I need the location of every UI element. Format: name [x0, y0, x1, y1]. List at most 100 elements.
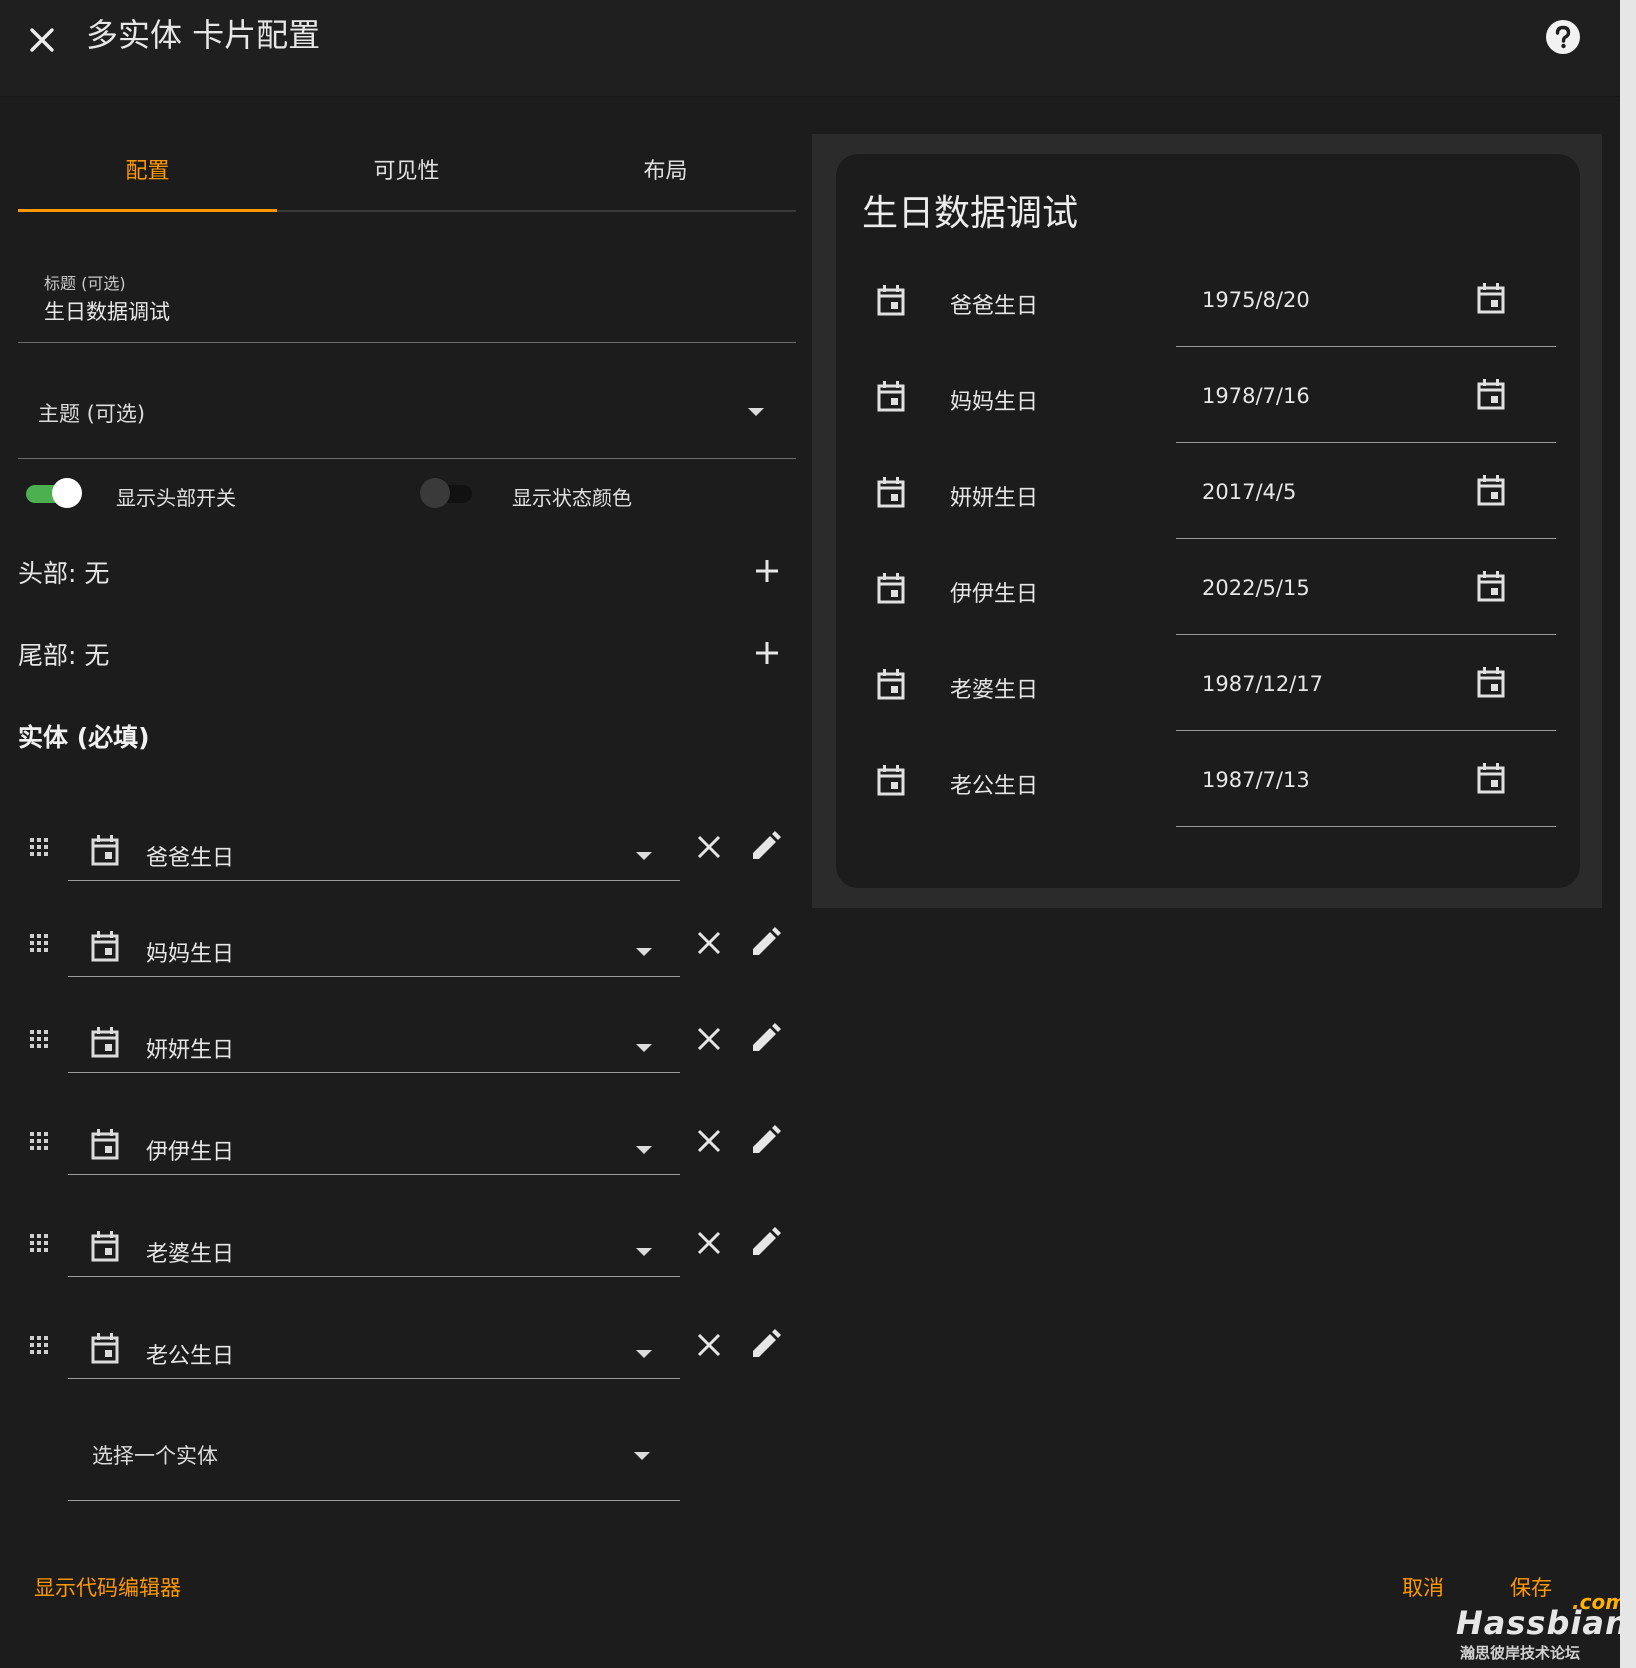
cancel-button[interactable]: 取消: [1402, 1572, 1444, 1602]
date-input[interactable]: 1978/7/16: [1176, 348, 1556, 443]
entity-select[interactable]: 妈妈生日: [68, 912, 680, 977]
entities-card-preview: 生日数据调试 爸爸生日 1975/8/20 妈妈生日 1978/7/16 妍妍生…: [836, 154, 1580, 888]
show-header-toggle-row: 显示头部开关: [26, 470, 396, 520]
card-entity-row: 伊伊生日 2022/5/15: [836, 540, 1580, 642]
date-input[interactable]: 2022/5/15: [1176, 540, 1556, 635]
calendar-picker-icon[interactable]: [1476, 282, 1506, 318]
edit-entity-pencil-icon[interactable]: [748, 830, 782, 864]
calendar-icon: [90, 1128, 120, 1164]
drag-handle-icon[interactable]: [28, 1334, 50, 1360]
chevron-down-icon: [636, 1248, 652, 1256]
card-entity-name[interactable]: 妈妈生日: [950, 384, 1038, 416]
edit-entity-pencil-icon[interactable]: [748, 1022, 782, 1056]
date-value: 2022/5/15: [1202, 576, 1310, 600]
edit-entity-pencil-icon[interactable]: [748, 1226, 782, 1260]
calendar-picker-icon[interactable]: [1476, 762, 1506, 798]
add-footer-plus-icon[interactable]: [752, 638, 782, 668]
calendar-icon: [90, 1230, 120, 1266]
entity-name: 爸爸生日: [146, 846, 235, 871]
drag-handle-icon[interactable]: [28, 1028, 50, 1054]
entity-name: 妈妈生日: [146, 942, 235, 967]
show-header-toggle[interactable]: [26, 478, 82, 508]
tab-config[interactable]: 配置: [18, 140, 277, 210]
title-field-label: 标题 (可选): [44, 274, 126, 293]
tab-visibility[interactable]: 可见性: [277, 140, 536, 210]
remove-entity-close-icon[interactable]: [694, 928, 724, 958]
chevron-down-icon: [636, 1350, 652, 1358]
edit-entity-pencil-icon[interactable]: [748, 1328, 782, 1362]
pick-entity-select[interactable]: 选择一个实体: [68, 1398, 680, 1501]
date-value: 1987/12/17: [1202, 672, 1324, 696]
state-color-toggle-row: 显示状态颜色: [420, 470, 790, 520]
card-entity-name[interactable]: 爸爸生日: [950, 288, 1038, 320]
calendar-icon: [876, 284, 906, 320]
close-icon[interactable]: [22, 20, 62, 60]
card-entity-name[interactable]: 伊伊生日: [950, 576, 1038, 608]
entity-select[interactable]: 伊伊生日: [68, 1110, 680, 1175]
add-header-plus-icon[interactable]: [752, 556, 782, 586]
card-entity-row: 妍妍生日 2017/4/5: [836, 444, 1580, 546]
card-entity-row: 老婆生日 1987/12/17: [836, 636, 1580, 738]
toggle-knob: [52, 478, 82, 508]
calendar-picker-icon[interactable]: [1476, 666, 1506, 702]
calendar-picker-icon[interactable]: [1476, 378, 1506, 414]
calendar-picker-icon[interactable]: [1476, 570, 1506, 606]
chevron-down-icon: [636, 1146, 652, 1154]
date-value: 2017/4/5: [1202, 480, 1297, 504]
date-value: 1978/7/16: [1202, 384, 1310, 408]
calendar-icon: [90, 1026, 120, 1062]
card-entity-name[interactable]: 老婆生日: [950, 672, 1038, 704]
entity-row: 妍妍生日: [18, 1008, 796, 1108]
chevron-down-icon: [636, 1044, 652, 1052]
theme-select[interactable]: 主题 (可选): [18, 362, 796, 459]
entities-section-title: 实体 (必填): [18, 723, 150, 752]
drag-handle-icon[interactable]: [28, 836, 50, 862]
remove-entity-close-icon[interactable]: [694, 1330, 724, 1360]
edit-entity-pencil-icon[interactable]: [748, 1124, 782, 1158]
remove-entity-close-icon[interactable]: [694, 1126, 724, 1156]
entity-name: 老公生日: [146, 1344, 235, 1369]
header-label: 头部: 无: [18, 559, 110, 588]
tab-bar: 配置 可见性 布局: [18, 140, 796, 216]
pick-entity-label: 选择一个实体: [92, 1444, 218, 1468]
active-tab-indicator: [18, 209, 277, 212]
entity-select[interactable]: 爸爸生日: [68, 816, 680, 881]
entity-select[interactable]: 妍妍生日: [68, 1008, 680, 1073]
card-title: 生日数据调试: [862, 193, 1079, 234]
date-input[interactable]: 1987/12/17: [1176, 636, 1556, 731]
tab-layout[interactable]: 布局: [536, 140, 795, 210]
entity-select[interactable]: 老公生日: [68, 1314, 680, 1379]
calendar-icon: [876, 380, 906, 416]
drag-handle-icon[interactable]: [28, 1232, 50, 1258]
help-circle-icon[interactable]: [1544, 18, 1582, 56]
drag-handle-icon[interactable]: [28, 932, 50, 958]
card-entity-name[interactable]: 老公生日: [950, 768, 1038, 800]
card-config-dialog: 多实体 卡片配置 配置 可见性 布局 标题 (可选) 生日数据调试 主题 (可选…: [0, 0, 1628, 1668]
edit-entity-pencil-icon[interactable]: [748, 926, 782, 960]
title-field[interactable]: 标题 (可选) 生日数据调试: [18, 262, 796, 343]
date-value: 1987/7/13: [1202, 768, 1310, 792]
date-input[interactable]: 1975/8/20: [1176, 252, 1556, 347]
calendar-icon: [876, 764, 906, 800]
entity-row: 爸爸生日: [18, 816, 796, 916]
scrollbar-strip[interactable]: [1620, 0, 1636, 1668]
entity-row: 老婆生日: [18, 1212, 796, 1312]
card-entity-name[interactable]: 妍妍生日: [950, 480, 1038, 512]
chevron-down-icon: [748, 408, 764, 416]
date-input[interactable]: 2017/4/5: [1176, 444, 1556, 539]
remove-entity-close-icon[interactable]: [694, 832, 724, 862]
card-entity-row: 妈妈生日 1978/7/16: [836, 348, 1580, 450]
calendar-icon: [90, 930, 120, 966]
date-input[interactable]: 1987/7/13: [1176, 732, 1556, 827]
footer-label: 尾部: 无: [18, 641, 110, 670]
state-color-toggle[interactable]: [420, 478, 476, 508]
remove-entity-close-icon[interactable]: [694, 1228, 724, 1258]
chevron-down-icon: [636, 852, 652, 860]
calendar-icon: [876, 572, 906, 608]
entity-select[interactable]: 老婆生日: [68, 1212, 680, 1277]
calendar-icon: [90, 1332, 120, 1368]
calendar-picker-icon[interactable]: [1476, 474, 1506, 510]
drag-handle-icon[interactable]: [28, 1130, 50, 1156]
remove-entity-close-icon[interactable]: [694, 1024, 724, 1054]
show-code-editor-button[interactable]: 显示代码编辑器: [34, 1572, 181, 1602]
